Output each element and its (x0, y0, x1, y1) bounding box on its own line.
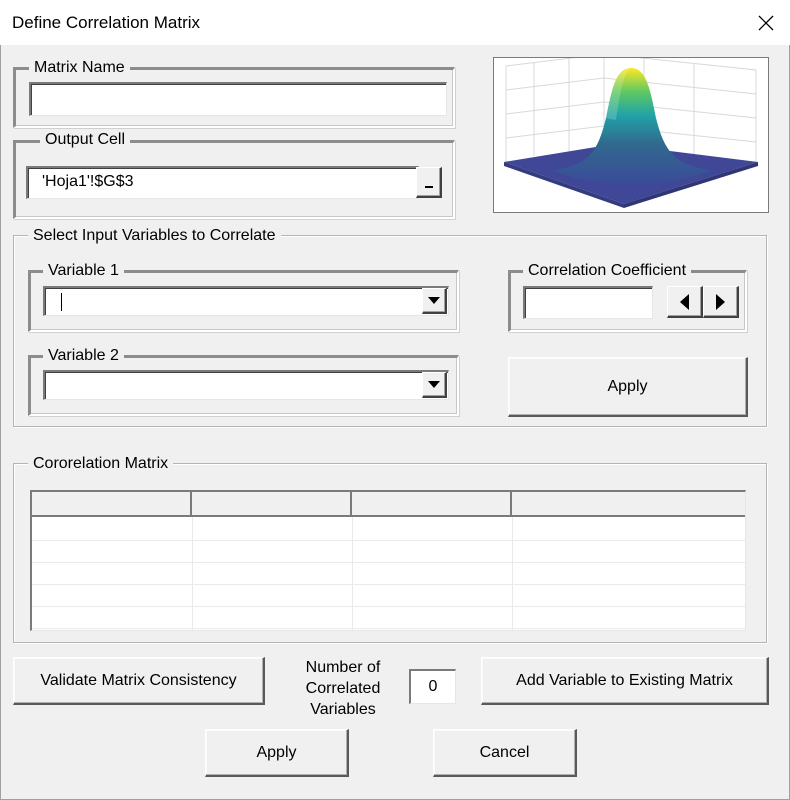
grid-header-cell[interactable] (192, 492, 352, 515)
window-title: Define Correlation Matrix (12, 13, 201, 32)
apply-button[interactable]: Apply (205, 729, 349, 777)
table-row[interactable] (32, 519, 745, 541)
validate-matrix-button[interactable]: Validate Matrix Consistency (13, 657, 265, 705)
apply-coefficient-button[interactable]: Apply (508, 357, 748, 417)
table-row[interactable] (32, 541, 745, 563)
grid-divider (512, 517, 513, 630)
matrix-name-label: Matrix Name (29, 59, 130, 77)
table-row[interactable] (32, 585, 745, 607)
variable2-dropdown[interactable] (43, 370, 449, 400)
chevron-down-icon (428, 297, 440, 304)
select-variables-label: Select Input Variables to Correlate (28, 227, 281, 245)
grid-header-cell[interactable] (352, 492, 512, 515)
surface-3d-plot-icon (504, 53, 758, 208)
variable2-dropdown-button[interactable] (422, 372, 447, 398)
variable2-label: Variable 2 (43, 347, 124, 365)
chevron-down-icon (428, 381, 440, 388)
grid-divider (352, 517, 353, 630)
coefficient-decrease-button[interactable] (667, 286, 703, 318)
grid-header-cell[interactable] (512, 492, 745, 515)
coefficient-input[interactable] (523, 286, 653, 319)
arrow-left-icon (680, 293, 689, 310)
close-icon (758, 15, 774, 30)
cell-reference-icon (424, 185, 433, 188)
correlation-matrix-label: Cororelation Matrix (28, 455, 174, 473)
cancel-button[interactable]: Cancel (433, 729, 577, 777)
cell-reference-button[interactable] (416, 167, 442, 198)
arrow-right-icon (716, 293, 725, 310)
correlation-matrix-grid[interactable] (30, 490, 746, 631)
text-caret (61, 293, 62, 311)
surface-plot-preview (493, 53, 769, 213)
close-button[interactable] (742, 0, 790, 45)
coefficient-increase-button[interactable] (703, 286, 739, 318)
correlated-count-label: Number of Correlated Variables (305, 659, 381, 718)
variable1-dropdown[interactable] (43, 286, 449, 316)
output-cell-input[interactable]: 'Hoja1'!$G$3 (26, 166, 419, 199)
output-cell-label: Output Cell (40, 131, 131, 149)
correlated-count-value: 0 (409, 669, 456, 704)
coefficient-label: Correlation Coefficient (523, 262, 692, 280)
table-row[interactable] (32, 563, 745, 585)
grid-divider (192, 517, 193, 630)
variable1-label: Variable 1 (43, 262, 124, 280)
add-variable-button[interactable]: Add Variable to Existing Matrix (481, 657, 769, 705)
grid-header-cell[interactable] (32, 492, 192, 515)
grid-header (32, 492, 745, 517)
variable1-dropdown-button[interactable] (422, 288, 447, 314)
matrix-name-input[interactable] (29, 82, 447, 116)
table-row[interactable] (32, 607, 745, 629)
title-bar: Define Correlation Matrix (0, 0, 790, 45)
